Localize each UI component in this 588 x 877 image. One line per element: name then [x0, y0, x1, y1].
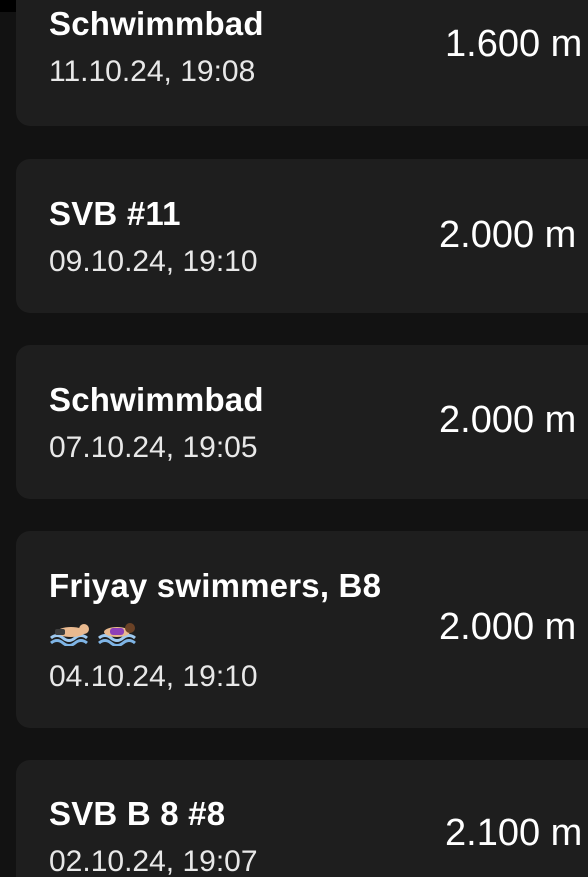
workout-title: Schwimmbad — [49, 5, 264, 42]
workout-distance: 2.000 m — [439, 214, 577, 256]
workout-card[interactable]: SVB B 8 #8 02.10.24, 19:07 2.100 m — [16, 760, 588, 877]
workout-title: SVB B 8 #8 — [49, 795, 226, 832]
workout-card[interactable]: Friyay swimmers, B8 04.10.24, 19:10 2.00… — [16, 531, 588, 728]
woman-swimming-icon — [97, 618, 139, 647]
workout-distance: 1.600 m — [445, 23, 583, 65]
workout-date: 11.10.24, 19:08 — [49, 55, 256, 88]
workout-title: Schwimmbad — [49, 381, 264, 418]
workout-title: Friyay swimmers, B8 — [49, 567, 382, 604]
workout-list-screen: Schwimmbad 11.10.24, 19:08 1.600 m SVB #… — [0, 0, 588, 877]
workout-date: 09.10.24, 19:10 — [49, 245, 258, 278]
workout-card[interactable]: Schwimmbad 07.10.24, 19:05 2.000 m — [16, 345, 588, 499]
workout-distance: 2.000 m — [439, 606, 577, 648]
workout-date: 04.10.24, 19:10 — [49, 660, 258, 693]
workout-card[interactable]: SVB #11 09.10.24, 19:10 2.000 m — [16, 159, 588, 313]
man-swimming-icon — [49, 618, 91, 647]
workout-card[interactable]: Schwimmbad 11.10.24, 19:08 1.600 m — [16, 0, 588, 126]
workout-date: 02.10.24, 19:07 — [49, 845, 258, 877]
workout-date: 07.10.24, 19:05 — [49, 431, 258, 464]
swimmer-emojis — [49, 618, 139, 647]
workout-distance: 2.000 m — [439, 399, 577, 441]
workout-title: SVB #11 — [49, 195, 181, 232]
workout-distance: 2.100 m — [445, 812, 583, 854]
